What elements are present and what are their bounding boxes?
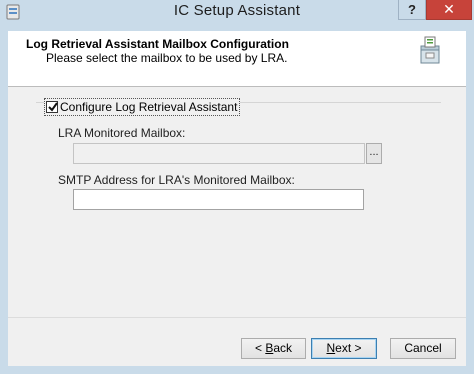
wizard-header: Log Retrieval Assistant Mailbox Configur… — [8, 31, 466, 87]
configure-lra-checkbox[interactable] — [46, 101, 58, 113]
wizard-content: Configure Log Retrieval Assistant LRA Mo… — [8, 87, 466, 317]
back-prefix: < — [254, 341, 266, 355]
browse-mailbox-button[interactable]: ... — [366, 143, 382, 164]
smtp-address-label: SMTP Address for LRA's Monitored Mailbox… — [58, 173, 295, 187]
next-button[interactable]: Next > — [311, 338, 377, 359]
page-title: Log Retrieval Assistant Mailbox Configur… — [26, 37, 289, 51]
lra-group: Configure Log Retrieval Assistant — [36, 98, 441, 233]
close-icon: ✕ — [443, 1, 455, 17]
back-rest: ack — [273, 341, 293, 355]
check-icon — [48, 102, 58, 112]
close-button[interactable]: ✕ — [426, 0, 472, 20]
monitored-mailbox-label: LRA Monitored Mailbox: — [58, 126, 186, 140]
title-bar[interactable]: IC Setup Assistant ? ✕ — [0, 0, 474, 24]
next-rest: ext > — [335, 341, 362, 355]
page-subtitle: Please select the mailbox to be used by … — [46, 51, 288, 65]
cancel-button[interactable]: Cancel — [390, 338, 456, 359]
back-button[interactable]: < Back — [241, 338, 306, 359]
wizard-footer: < Back Next > Cancel — [8, 317, 466, 366]
help-button[interactable]: ? — [398, 0, 426, 20]
setup-box-icon — [420, 36, 440, 64]
setup-window: IC Setup Assistant ? ✕ Log Retrieval Ass… — [0, 0, 474, 374]
monitored-mailbox-field[interactable] — [73, 143, 365, 164]
configure-lra-checkbox-row[interactable]: Configure Log Retrieval Assistant — [44, 98, 241, 116]
smtp-address-field[interactable] — [73, 189, 364, 210]
next-mnemonic: N — [326, 341, 336, 355]
configure-lra-label: Configure Log Retrieval Assistant — [60, 100, 238, 114]
